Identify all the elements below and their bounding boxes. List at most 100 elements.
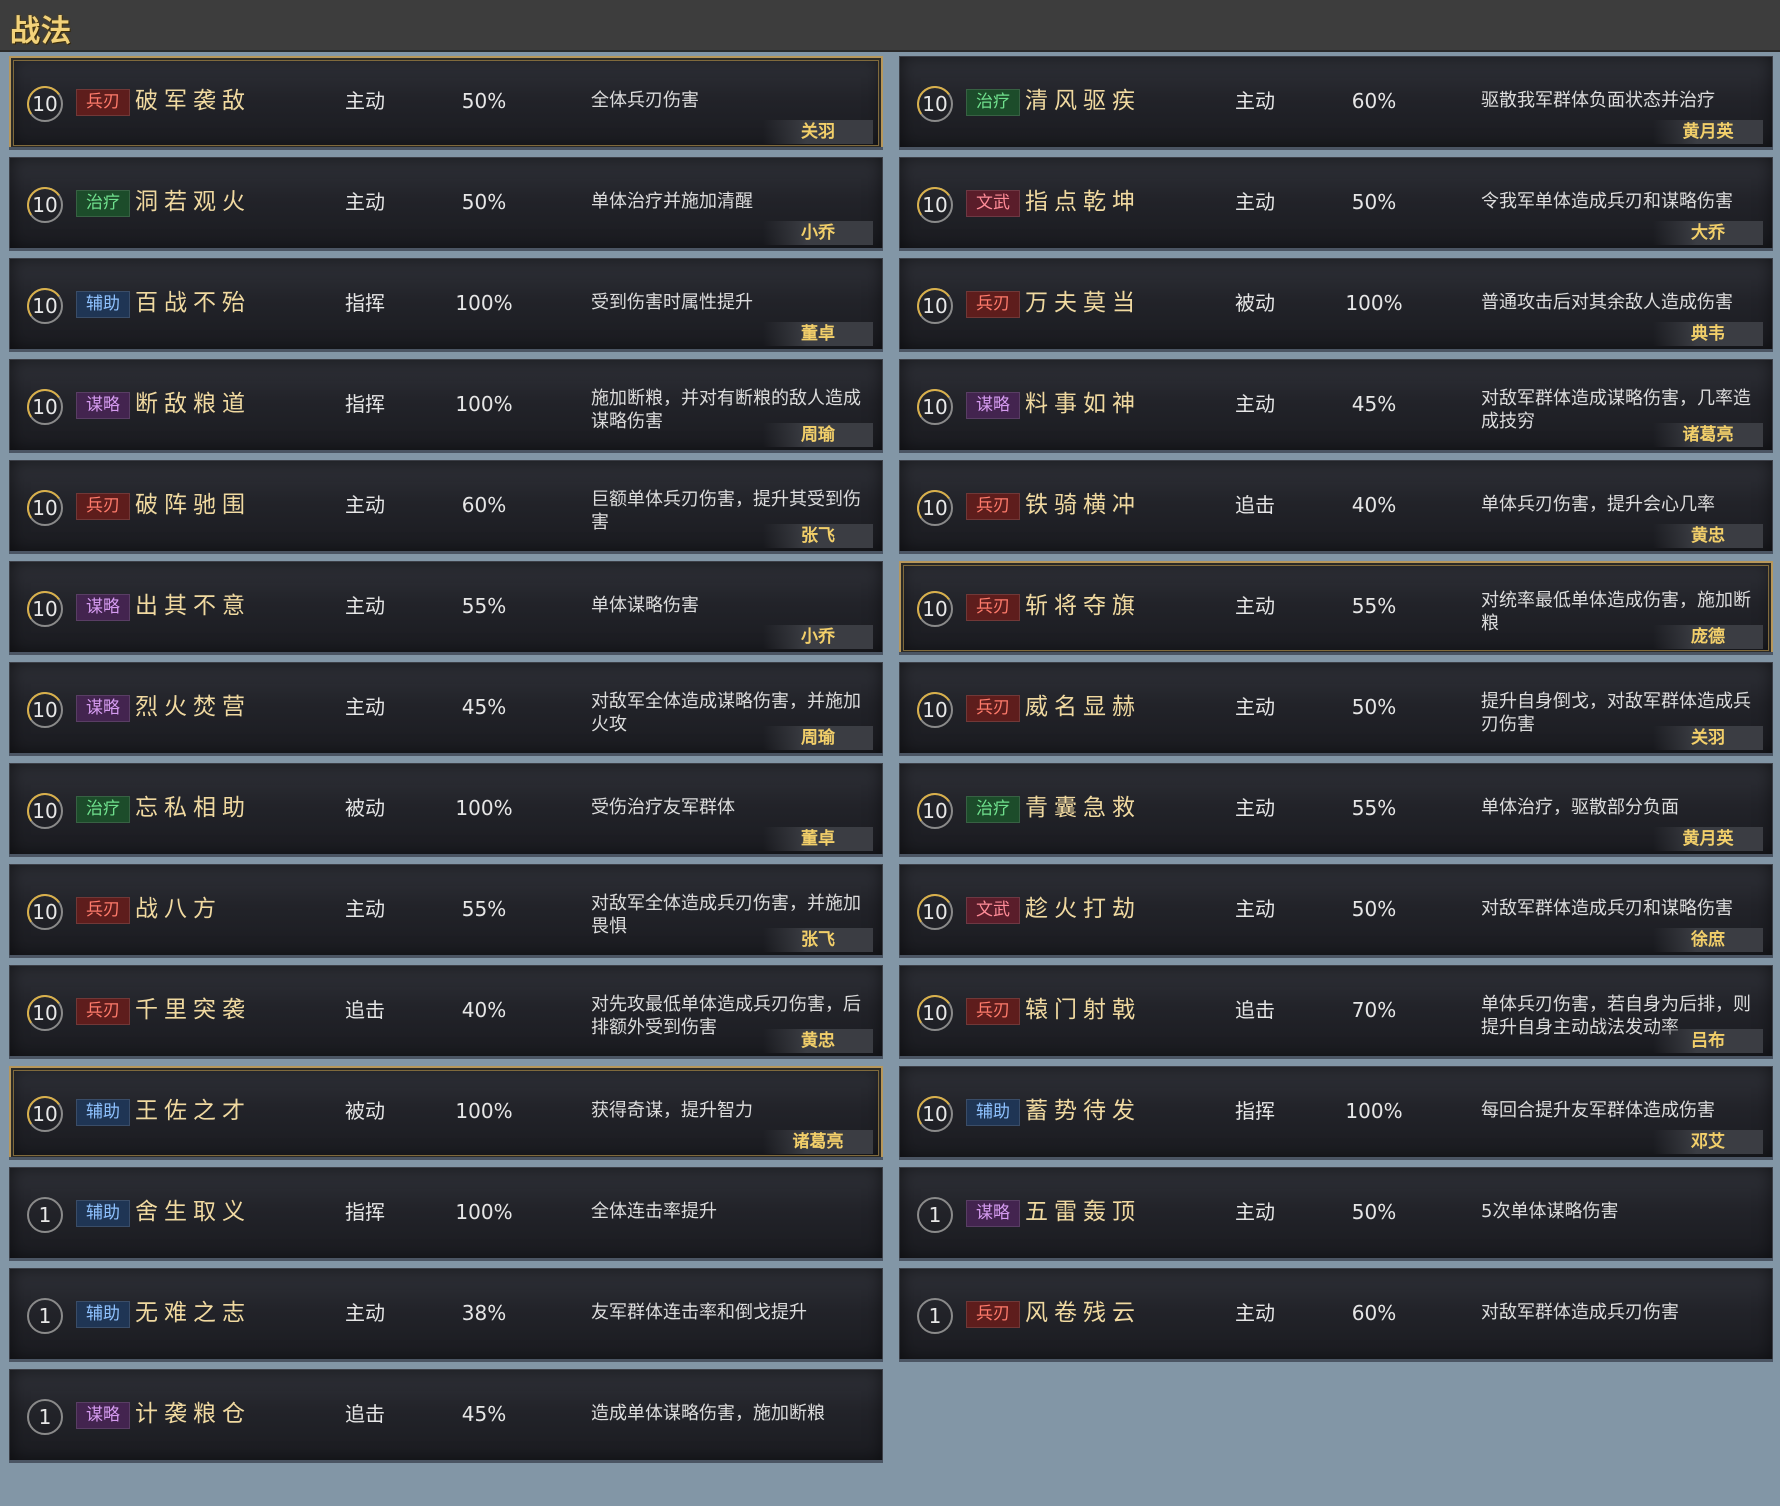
level-progress-ring [24, 386, 66, 428]
tactic-card[interactable]: 10 兵刃 战八方 主动 55% 对敌军全体造成兵刃伤害，并施加畏惧 张飞 [9, 864, 883, 958]
category-tag: 谋略 [76, 1402, 130, 1429]
category-tag: 兵刃 [76, 89, 130, 116]
level-value: 1 [38, 1203, 52, 1227]
tactic-name: 战八方 [135, 896, 222, 922]
card-divider [9, 652, 883, 655]
level-value: 1 [38, 1304, 52, 1328]
tactic-type: 主动 [1235, 1200, 1275, 1224]
level-progress-ring [914, 83, 956, 125]
tactic-card[interactable]: 10 兵刃 破阵驰围 主动 60% 巨额单体兵刃伤害，提升其受到伤害 张飞 [9, 460, 883, 554]
tactic-card[interactable]: 10 兵刃 千里突袭 追击 40% 对先攻最低单体造成兵刃伤害，后排额外受到伤害 黄忠 [9, 965, 883, 1059]
tactic-name: 出其不意 [135, 593, 251, 619]
tactic-card[interactable]: 10 治疗 忘私相助 被动 100% 受伤治疗友军群体 董卓 [9, 763, 883, 857]
tactic-type: 被动 [345, 796, 385, 820]
level-badge: 10 [24, 83, 66, 125]
tactic-card[interactable]: 10 文武 趁火打劫 主动 50% 对敌军群体造成兵刃和谋略伤害 徐庶 [899, 864, 1773, 958]
tactic-description: 单体兵刃伤害，提升会心几率 [1481, 494, 1715, 515]
category-tag: 治疗 [966, 89, 1020, 116]
level-progress-ring [914, 386, 956, 428]
tactic-card[interactable]: 10 兵刃 破军袭敌 主动 50% 全体兵刃伤害 关羽 [9, 56, 883, 150]
tactic-type: 指挥 [1235, 1099, 1275, 1123]
tactic-card[interactable]: 10 兵刃 斩将夺旗 主动 55% 对统率最低单体造成伤害，施加断粮 庞德 [899, 561, 1773, 655]
hero-label: 董卓 [763, 322, 873, 346]
level-progress-ring [24, 1093, 66, 1135]
card-divider [9, 450, 883, 453]
category-tag: 辅助 [76, 291, 130, 318]
tactic-card[interactable]: 10 兵刃 铁骑横冲 追击 40% 单体兵刃伤害，提升会心几率 黄忠 [899, 460, 1773, 554]
tactic-card[interactable]: 10 治疗 洞若观火 主动 50% 单体治疗并施加清醒 小乔 [9, 157, 883, 251]
tactic-type: 主动 [345, 493, 385, 517]
tactic-name: 铁骑横冲 [1025, 492, 1141, 518]
category-tag: 谋略 [76, 392, 130, 419]
tactic-name: 洞若观火 [135, 189, 251, 215]
tactic-type: 主动 [345, 594, 385, 618]
trigger-rate: 45% [461, 695, 507, 719]
tactic-type: 主动 [1235, 897, 1275, 921]
trigger-rate: 45% [1351, 392, 1397, 416]
level-badge: 10 [914, 487, 956, 529]
tactic-card[interactable]: 1 辅助 无难之志 主动 38% 友军群体连击率和倒戈提升 [9, 1268, 883, 1362]
trigger-rate: 45% [461, 1402, 507, 1426]
tactic-card[interactable]: 10 谋略 出其不意 主动 55% 单体谋略伤害 小乔 [9, 561, 883, 655]
card-divider [899, 854, 1773, 857]
card-divider [899, 147, 1773, 150]
tactic-type: 被动 [345, 1099, 385, 1123]
category-tag: 兵刃 [966, 594, 1020, 621]
level-progress-ring [914, 184, 956, 226]
tactic-type: 指挥 [345, 291, 385, 315]
hero-label: 黄忠 [1653, 524, 1763, 548]
tactic-card[interactable]: 10 治疗 青囊急救 主动 55% 单体治疗，驱散部分负面 黄月英 [899, 763, 1773, 857]
hero-label: 吕布 [1653, 1029, 1763, 1053]
card-divider [9, 1056, 883, 1059]
hero-label: 张飞 [763, 928, 873, 952]
tactic-card[interactable]: 10 谋略 料事如神 主动 45% 对敌军群体造成谋略伤害，几率造成技穷 诸葛亮 [899, 359, 1773, 453]
tactic-name: 计袭粮仓 [135, 1401, 251, 1427]
level-progress-ring [24, 285, 66, 327]
tactic-card[interactable]: 10 谋略 烈火焚营 主动 45% 对敌军全体造成谋略伤害，并施加火攻 周瑜 [9, 662, 883, 756]
category-tag: 谋略 [76, 594, 130, 621]
level-badge: 10 [914, 689, 956, 731]
tactic-type: 主动 [1235, 796, 1275, 820]
trigger-rate: 50% [1351, 190, 1397, 214]
tactic-card[interactable]: 10 兵刃 辕门射戟 追击 70% 单体兵刃伤害，若自身为后排，则提升自身主动战法发动率吕… [899, 965, 1773, 1059]
level-badge: 10 [914, 1093, 956, 1135]
tactic-card[interactable]: 10 辅助 蓄势待发 指挥 100% 每回合提升友军群体造成伤害 邓艾 [899, 1066, 1773, 1160]
tactic-card[interactable]: 1 谋略 五雷轰顶 主动 50% 5次单体谋略伤害 [899, 1167, 1773, 1261]
tactic-type: 追击 [1235, 998, 1275, 1022]
tactic-card[interactable]: 10 兵刃 威名显赫 主动 50% 提升自身倒戈，对敌军群体造成兵刃伤害 关羽 [899, 662, 1773, 756]
trigger-rate: 50% [1351, 1200, 1397, 1224]
tactic-card[interactable]: 1 兵刃 风卷残云 主动 60% 对敌军群体造成兵刃伤害 [899, 1268, 1773, 1362]
tactic-card[interactable]: 10 辅助 王佐之才 被动 100% 获得奇谋，提升智力 诸葛亮 [9, 1066, 883, 1160]
card-divider [9, 1359, 883, 1362]
tactic-card[interactable]: 10 治疗 清风驱疾 主动 60% 驱散我军群体负面状态并治疗 黄月英 [899, 56, 1773, 150]
category-tag: 辅助 [76, 1200, 130, 1227]
tactic-name: 趁火打劫 [1025, 896, 1141, 922]
tactic-card[interactable]: 10 谋略 断敌粮道 指挥 100% 施加断粮，并对有断粮的敌人造成谋略伤害 周瑜 [9, 359, 883, 453]
level-progress-ring [914, 689, 956, 731]
card-divider [9, 551, 883, 554]
tactic-type: 主动 [345, 695, 385, 719]
tactic-name: 舍生取义 [135, 1199, 251, 1225]
hero-label: 关羽 [1653, 726, 1763, 750]
card-divider [899, 1157, 1773, 1160]
trigger-rate: 60% [461, 493, 507, 517]
tactic-card[interactable]: 10 文武 指点乾坤 主动 50% 令我军单体造成兵刃和谋略伤害 大乔 [899, 157, 1773, 251]
tactic-card[interactable]: 1 谋略 计袭粮仓 追击 45% 造成单体谋略伤害，施加断粮 [9, 1369, 883, 1463]
hero-label: 周瑜 [763, 726, 873, 750]
tactic-description: 对敌军群体造成兵刃伤害 [1481, 1302, 1679, 1323]
card-divider [9, 349, 883, 352]
tactic-type: 主动 [345, 190, 385, 214]
tactic-name: 烈火焚营 [135, 694, 251, 720]
tactic-card[interactable]: 1 辅助 舍生取义 指挥 100% 全体连击率提升 [9, 1167, 883, 1261]
level-progress-ring [914, 790, 956, 832]
tactic-name: 百战不殆 [135, 290, 251, 316]
tactic-description: 获得奇谋，提升智力 [591, 1100, 753, 1121]
category-tag: 辅助 [966, 1099, 1020, 1126]
tactic-name: 王佐之才 [135, 1098, 251, 1124]
card-divider [899, 1056, 1773, 1059]
tactic-card[interactable]: 10 兵刃 万夫莫当 被动 100% 普通攻击后对其余敌人造成伤害 典韦 [899, 258, 1773, 352]
trigger-rate: 100% [1345, 1099, 1403, 1123]
trigger-rate: 60% [1351, 89, 1397, 113]
tactic-card[interactable]: 10 辅助 百战不殆 指挥 100% 受到伤害时属性提升 董卓 [9, 258, 883, 352]
tactic-description: 单体谋略伤害 [591, 595, 699, 616]
